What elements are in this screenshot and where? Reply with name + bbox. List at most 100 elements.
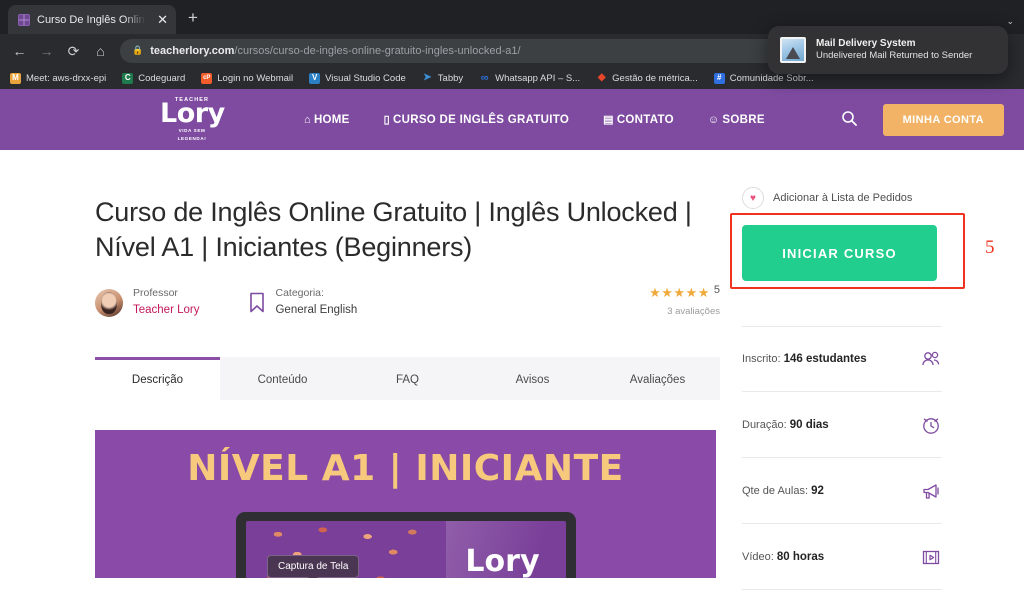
url-domain: teacherlory.com: [150, 44, 235, 57]
bookmark-label: Login no Webmail: [217, 72, 294, 84]
info-value: 92: [811, 484, 824, 497]
tab-conteudo[interactable]: Conteúdo: [220, 357, 345, 401]
bookmark-item[interactable]: ➤ Tabby: [422, 73, 463, 84]
browser-tab[interactable]: Curso De Inglês Online Gratuit ✕: [8, 5, 176, 34]
forward-icon[interactable]: →: [39, 44, 54, 58]
add-to-wishlist-button[interactable]: ♥ Adicionar à Lista de Pedidos: [742, 187, 942, 209]
bookmark-label: Visual Studio Code: [325, 72, 406, 84]
film-icon: [920, 546, 942, 568]
info-value: 90 dias: [789, 418, 829, 431]
annotation-step-number: 5: [985, 237, 995, 258]
info-text: Qte de Aulas: 92: [742, 485, 824, 497]
bookmark-icon: [249, 292, 265, 313]
logo-sub-line1: VIDA SEM: [178, 128, 206, 134]
info-text: Duração: 90 dias: [742, 419, 829, 431]
url-text: teacherlory.com/cursos/curso-de-ingles-o…: [150, 45, 520, 57]
info-row-inscrito: Inscrito: 146 estudantes: [742, 326, 942, 392]
mail-stamp-icon: [780, 37, 806, 63]
bookmark-item[interactable]: # Comunidade Sobr...: [713, 72, 814, 84]
codeguard-icon: C: [122, 72, 134, 84]
nav-label: SOBRE: [722, 113, 765, 126]
bookmark-label: Codeguard: [138, 72, 186, 84]
nav-label: HOME: [313, 113, 350, 126]
meet-icon: M: [10, 72, 21, 84]
nav-label: CONTATO: [616, 113, 674, 126]
community-icon: #: [713, 72, 725, 84]
bookmark-label: Comunidade Sobr...: [729, 72, 814, 84]
nav-item-home[interactable]: ⌂ HOME: [304, 114, 350, 126]
cpanel-icon: cP: [201, 72, 213, 84]
avatar: [95, 288, 123, 317]
url-path: /cursos/curso-de-ingles-online-gratuito-…: [234, 44, 521, 57]
category-label: Categoria:: [275, 287, 324, 300]
logo-main-text: Lory: [160, 98, 225, 130]
site-favicon: [18, 13, 30, 26]
smiley-icon: ☺: [707, 113, 720, 126]
info-row-aulas: Qte de Aulas: 92: [742, 458, 942, 524]
reload-icon[interactable]: ⟳: [66, 44, 81, 58]
info-label: Inscrito:: [742, 353, 781, 365]
bookmark-item[interactable]: M Meet: aws-drxx-epi: [10, 72, 106, 84]
system-notification[interactable]: Mail Delivery System Undelivered Mail Re…: [768, 26, 1008, 74]
home-icon: ⌂: [304, 113, 311, 126]
main-navigation: ⌂ HOME ▯ CURSO DE INGLÊS GRATUITO ▤ CONTATO…: [304, 113, 765, 127]
tab-title: Curso De Inglês Online Gratuit: [37, 13, 149, 26]
bookmark-label: Whatsapp API – S...: [495, 72, 581, 84]
chevron-down-icon[interactable]: ⌄: [1006, 16, 1014, 27]
professor-label: Professor: [133, 287, 178, 300]
heart-icon: ♥: [742, 187, 764, 209]
meta-icon: ∞: [480, 71, 489, 84]
back-icon[interactable]: ←: [12, 44, 27, 58]
tab-descricao[interactable]: Descrição: [95, 357, 220, 401]
nav-item-curso[interactable]: ▯ CURSO DE INGLÊS GRATUITO: [384, 113, 569, 127]
course-main-column: Curso de Inglês Online Gratuito | Inglês…: [95, 150, 720, 579]
tab-avaliacoes[interactable]: Avaliações: [595, 357, 720, 401]
lock-icon: 🔒: [132, 45, 144, 55]
nav-item-contato[interactable]: ▤ CONTATO: [603, 113, 674, 127]
rating-score: 5: [713, 284, 720, 297]
category-value: General English: [275, 303, 358, 316]
star-icon: ★★★★★: [649, 285, 710, 301]
users-icon: [920, 348, 942, 370]
bookmark-item[interactable]: ∞ Whatsapp API – S...: [479, 71, 581, 84]
tab-avisos[interactable]: Avisos: [470, 357, 595, 401]
start-course-button[interactable]: INICIAR CURSO: [742, 225, 937, 281]
course-banner-image: NÍVEL A1 | INICIANTE Lory Captura de Tel…: [95, 430, 716, 579]
info-label: Vídeo:: [742, 550, 774, 563]
header-actions: MINHA CONTA: [841, 103, 1004, 136]
tabby-icon: ➤: [423, 72, 432, 83]
rating-reviews: 3 avaliações: [667, 306, 720, 318]
wishlist-label: Adicionar à Lista de Pedidos: [773, 192, 913, 204]
my-account-button[interactable]: MINHA CONTA: [882, 103, 1004, 136]
tab-faq[interactable]: FAQ: [345, 357, 470, 401]
close-icon[interactable]: ✕: [155, 13, 168, 26]
bookmark-item[interactable]: V Visual Studio Code: [309, 72, 406, 84]
banner-title: NÍVEL A1 | INICIANTE: [187, 448, 624, 490]
course-meta-row: Professor Teacher Lory Categoria: Genera…: [95, 284, 720, 319]
megaphone-icon: [920, 480, 942, 502]
category-text: Categoria: General English: [275, 286, 357, 319]
info-value: 80 horas: [776, 550, 825, 563]
course-sidebar: ♥ Adicionar à Lista de Pedidos INICIAR C…: [730, 150, 995, 590]
info-row-duracao: Duração: 90 dias: [742, 392, 942, 458]
bookmark-label: Tabby: [437, 72, 464, 84]
course-tabs: Descrição Conteúdo FAQ Avisos Avaliações: [95, 357, 720, 401]
rating-stars-row: ★★★★★ 5: [649, 284, 720, 302]
professor-name[interactable]: Teacher Lory: [133, 302, 199, 319]
info-label: Duração:: [742, 418, 787, 431]
course-info-list: Inscrito: 146 estudantes Duração: 90 dia…: [742, 326, 942, 590]
nav-item-sobre[interactable]: ☺ SOBRE: [708, 114, 765, 126]
logo-sub-line2: LEGENDA!: [177, 135, 207, 141]
bookmark-item[interactable]: C Codeguard: [122, 72, 186, 84]
site-logo[interactable]: TEACHER Lory VIDA SEM LEGENDA!: [160, 97, 225, 141]
page-body: Curso de Inglês Online Gratuito | Inglês…: [0, 150, 1024, 590]
page-title: Curso de Inglês Online Gratuito | Inglês…: [95, 197, 692, 262]
new-tab-button[interactable]: +: [188, 9, 198, 26]
home-icon[interactable]: ⌂: [93, 44, 108, 58]
cta-wrapper: INICIAR CURSO 5: [730, 213, 995, 289]
rating-block: ★★★★★ 5 3 avaliações: [649, 284, 720, 317]
category-block: Categoria: General English: [249, 286, 357, 319]
bookmark-item[interactable]: cP Login no Webmail: [201, 72, 294, 84]
bookmark-item[interactable]: ◆ Gestão de métrica...: [596, 73, 698, 84]
search-icon[interactable]: [841, 110, 857, 130]
